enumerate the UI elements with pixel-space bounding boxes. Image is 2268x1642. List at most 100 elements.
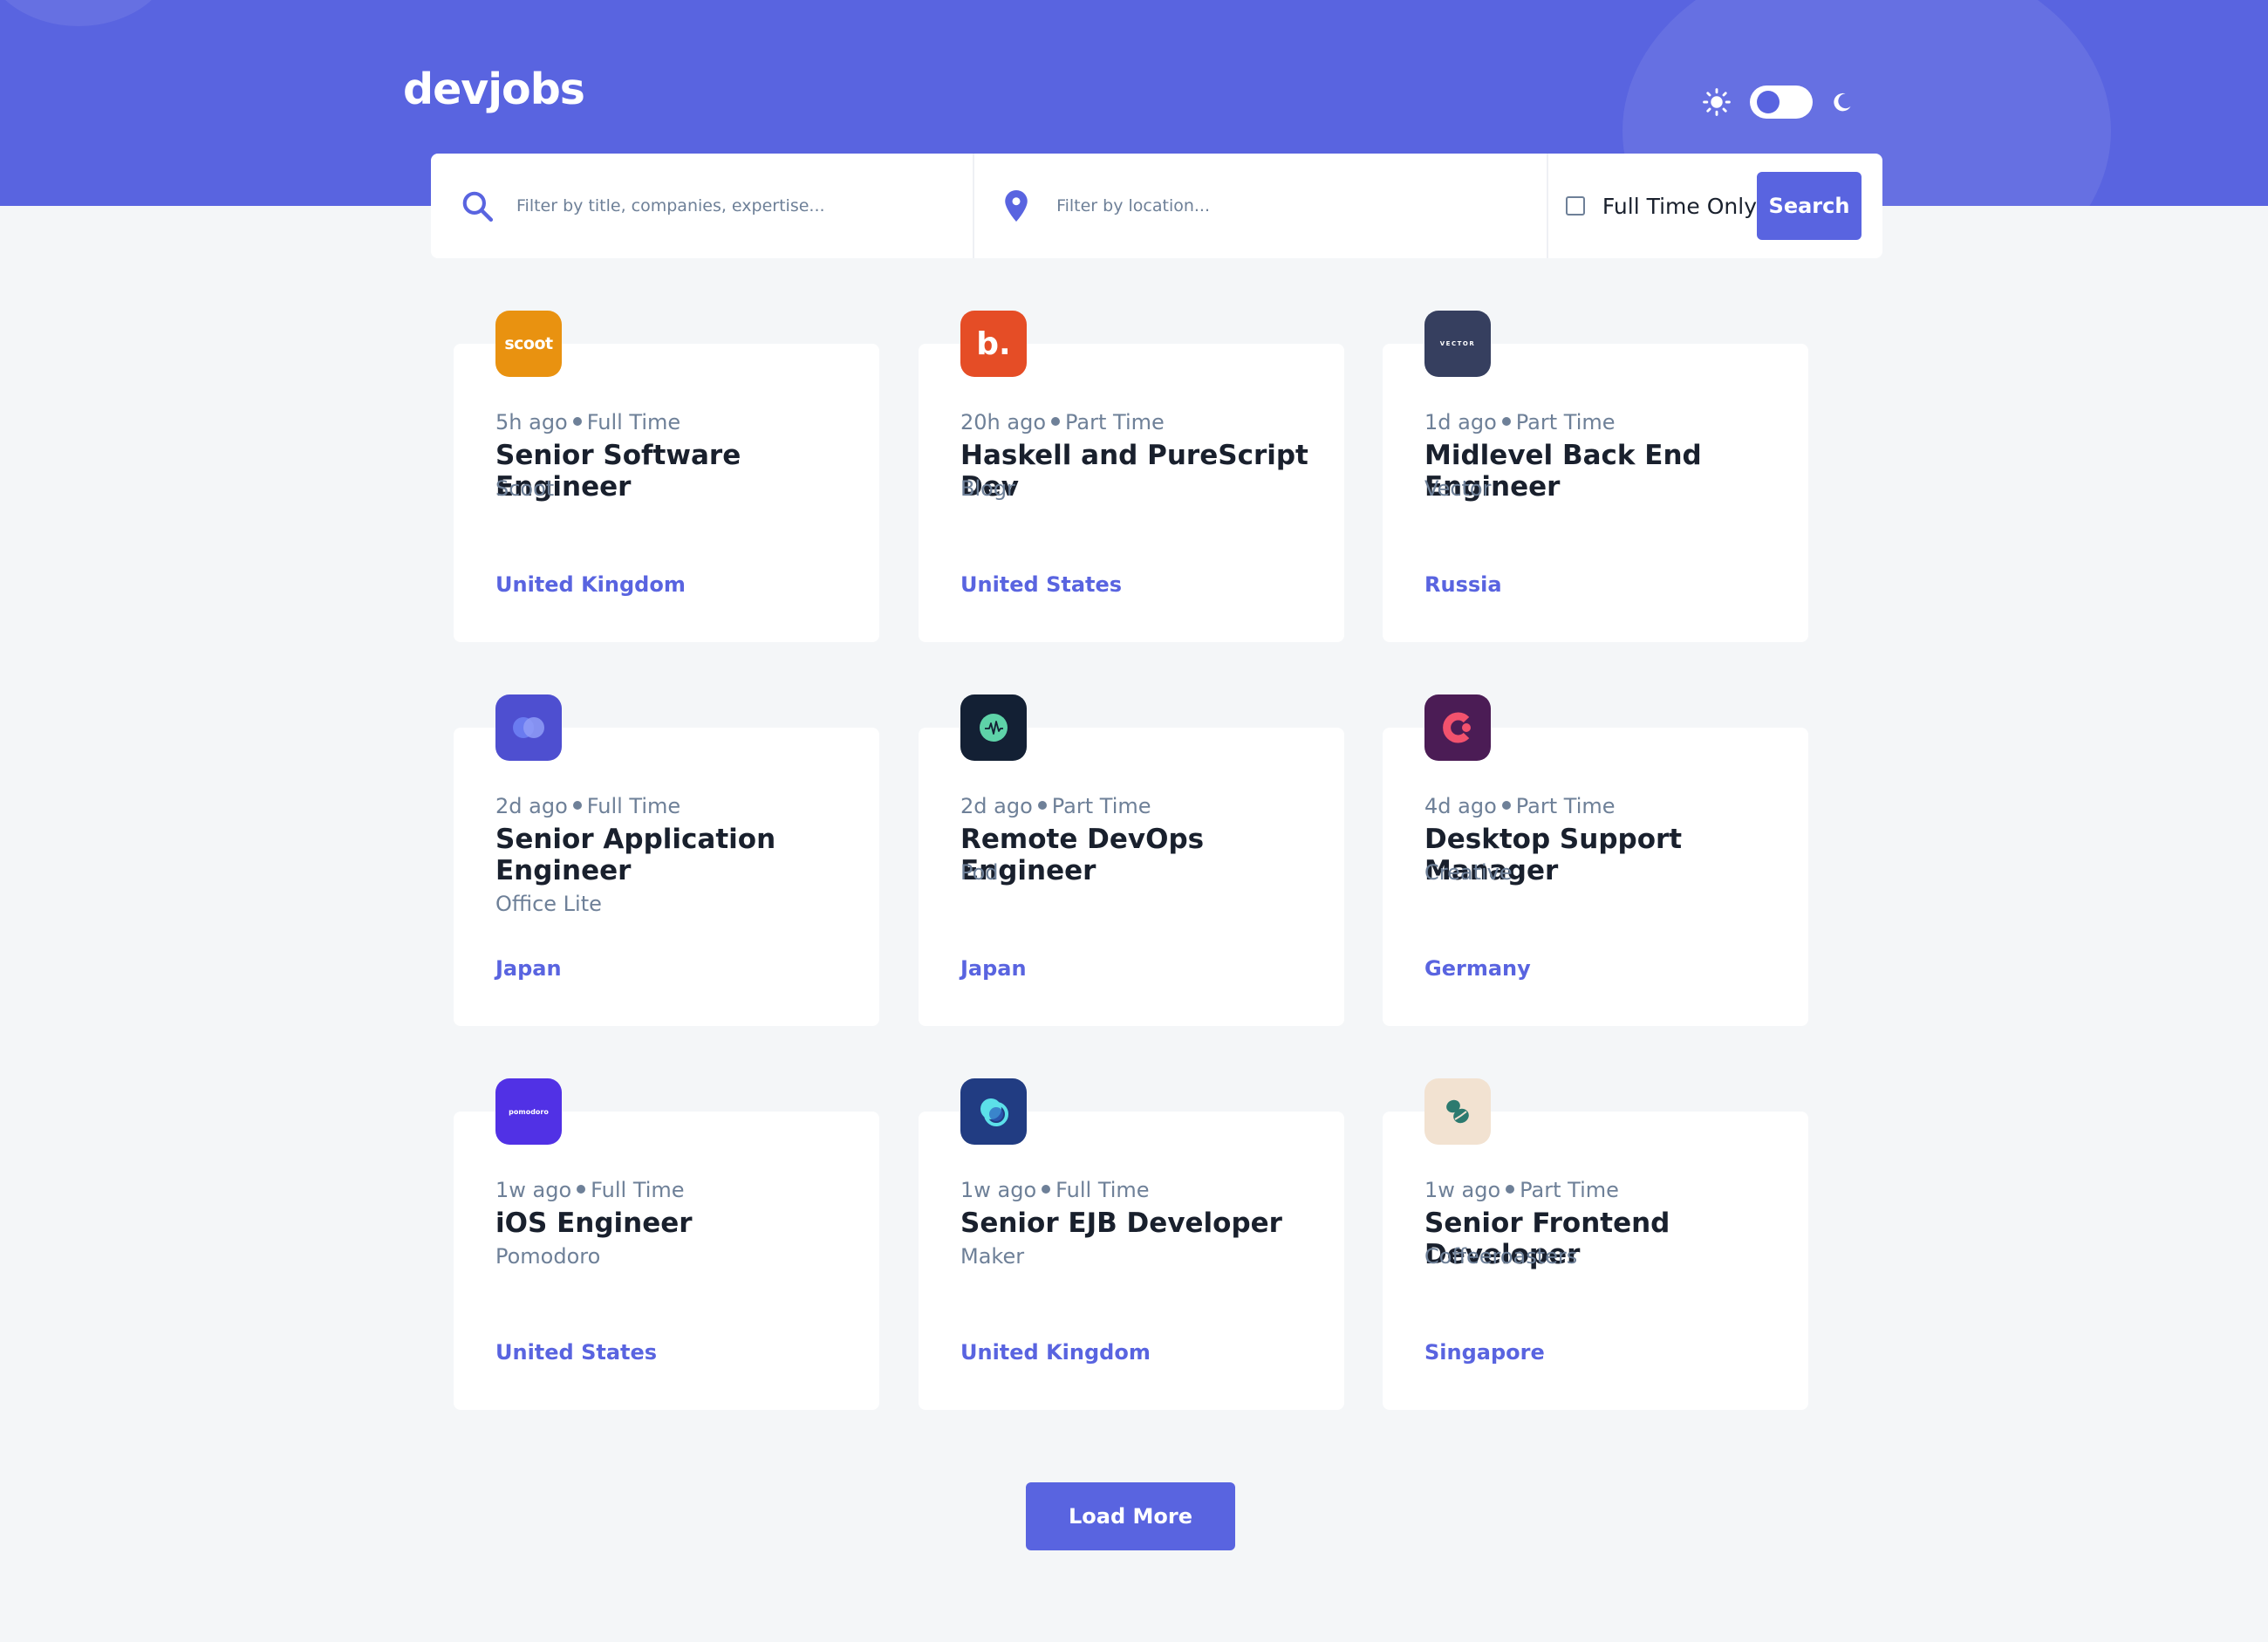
- company-name: Vector: [1424, 476, 1492, 501]
- location-pin-icon: [1005, 190, 1028, 222]
- separator-dot: [577, 1185, 586, 1194]
- posted-time: 4d ago: [1424, 794, 1497, 818]
- sun-icon: [1703, 88, 1731, 116]
- options-section: Full Time Only Search: [1546, 154, 1882, 258]
- company-logo: b.: [960, 311, 1027, 377]
- contract-type: Part Time: [1520, 1178, 1619, 1202]
- company-logo: scoot: [495, 311, 562, 377]
- officelite-logo-icon: [513, 717, 544, 738]
- contract-type: Part Time: [1515, 794, 1616, 818]
- job-card[interactable]: 1w ago Full Time Senior EJB Developer Mak…: [919, 1078, 1344, 1410]
- job-meta: 1w ago Full Time: [960, 1178, 1150, 1202]
- title-filter-section: [431, 154, 973, 258]
- contract-type: Part Time: [1065, 410, 1165, 434]
- job-location: Germany: [1424, 956, 1531, 981]
- contract-type: Full Time: [1055, 1178, 1150, 1202]
- separator-dot: [1042, 1185, 1051, 1194]
- separator-dot: [572, 801, 582, 810]
- job-title[interactable]: Remote DevOps Engineer: [960, 824, 1318, 886]
- contract-type: Full Time: [591, 1178, 685, 1202]
- blogr-logo-text: b.: [976, 325, 1011, 362]
- job-card[interactable]: 1w ago Part Time Senior Frontend Develope…: [1383, 1078, 1808, 1410]
- location-filter-input[interactable]: [1055, 195, 1460, 216]
- posted-time: 2d ago: [960, 794, 1033, 818]
- moon-icon: [1834, 92, 1851, 112]
- pomodoro-logo-text: pomodoro: [509, 1107, 549, 1116]
- separator-dot: [1051, 417, 1061, 426]
- posted-time: 1w ago: [960, 1178, 1037, 1202]
- coffeeroasters-logo-icon: [1446, 1099, 1469, 1124]
- job-location: Japan: [495, 956, 562, 981]
- job-location: United States: [960, 572, 1123, 597]
- company-logo: VECTOR: [1424, 311, 1491, 377]
- company-name: Pod: [960, 860, 999, 885]
- load-more-button[interactable]: Load More: [1026, 1482, 1235, 1550]
- job-card[interactable]: 2d ago Part Time Remote DevOps Engineer P…: [919, 694, 1344, 1026]
- job-location: United States: [495, 1340, 658, 1365]
- company-logo: [1424, 1078, 1491, 1145]
- title-filter-input[interactable]: [515, 195, 919, 216]
- job-card[interactable]: VECTOR 1d ago Part Time Midlevel Back End…: [1383, 311, 1808, 642]
- posted-time: 5h ago: [495, 410, 568, 434]
- location-filter-section: [973, 154, 1547, 258]
- posted-time: 1w ago: [495, 1178, 572, 1202]
- contract-type: Part Time: [1515, 410, 1616, 434]
- theme-toggle[interactable]: [1750, 86, 1813, 119]
- company-name: Blogr: [960, 476, 1015, 501]
- posted-time: 2d ago: [495, 794, 568, 818]
- separator-dot: [1501, 417, 1511, 426]
- job-card[interactable]: 2d ago Full Time Senior Application Engin…: [454, 694, 879, 1026]
- fulltime-label[interactable]: Full Time Only: [1602, 194, 1757, 219]
- fulltime-checkbox[interactable]: [1565, 196, 1585, 216]
- job-meta: 1w ago Full Time: [495, 1178, 685, 1202]
- job-location: Russia: [1424, 572, 1502, 597]
- separator-dot: [1506, 1185, 1515, 1194]
- job-title[interactable]: Senior EJB Developer: [960, 1208, 1318, 1239]
- theme-switcher: [1703, 86, 1853, 119]
- job-card[interactable]: 4d ago Part Time Desktop Support Manager …: [1383, 694, 1808, 1026]
- toggle-knob: [1757, 91, 1780, 113]
- maker-logo-icon: [980, 1098, 1008, 1126]
- job-meta: 2d ago Full Time: [495, 794, 680, 818]
- contract-type: Part Time: [1051, 794, 1151, 818]
- job-location: Singapore: [1424, 1340, 1545, 1365]
- job-meta: 1d ago Part Time: [1424, 410, 1616, 434]
- company-name: Maker: [960, 1244, 1025, 1269]
- company-logo: [960, 1078, 1027, 1145]
- company-logo: [1424, 694, 1491, 761]
- pod-logo-icon: [980, 714, 1008, 742]
- job-meta: 4d ago Part Time: [1424, 794, 1616, 818]
- separator-dot: [572, 417, 582, 426]
- creative-logo-icon: [1443, 712, 1471, 743]
- scoot-logo-text: scoot: [504, 334, 553, 353]
- job-meta: 2d ago Part Time: [960, 794, 1151, 818]
- job-meta: 20h ago Part Time: [960, 410, 1165, 434]
- posted-time: 20h ago: [960, 410, 1047, 434]
- separator-dot: [1501, 801, 1511, 810]
- job-location: United Kingdom: [960, 1340, 1151, 1365]
- separator-dot: [1037, 801, 1047, 810]
- job-card[interactable]: scoot 5h ago Full Time Senior Software En…: [454, 311, 879, 642]
- job-location: Japan: [960, 956, 1027, 981]
- company-name: Pomodoro: [495, 1244, 601, 1269]
- job-title[interactable]: Senior Application Engineer: [495, 824, 783, 886]
- job-meta: 1w ago Part Time: [1424, 1178, 1619, 1202]
- contract-type: Full Time: [586, 794, 681, 818]
- search-button[interactable]: Search: [1757, 172, 1862, 240]
- job-location: United Kingdom: [495, 572, 686, 597]
- vector-logo-text: VECTOR: [1439, 340, 1476, 347]
- search-icon: [462, 191, 494, 222]
- devjobs-logo[interactable]: devjobs: [403, 65, 585, 114]
- search-filter-bar: Full Time Only Search: [431, 154, 1882, 258]
- job-card[interactable]: pomodoro 1w ago Full Time iOS Engineer Po…: [454, 1078, 879, 1410]
- posted-time: 1d ago: [1424, 410, 1497, 434]
- decorative-circle: [0, 0, 174, 26]
- company-name: Office Lite: [495, 892, 602, 916]
- company-name: Creative: [1424, 860, 1513, 885]
- job-title[interactable]: iOS Engineer: [495, 1208, 853, 1239]
- job-card[interactable]: b. 20h ago Part Time Haskell and PureScri…: [919, 311, 1344, 642]
- company-logo: pomodoro: [495, 1078, 562, 1145]
- company-logo: [495, 694, 562, 761]
- company-name: Scoot: [495, 476, 555, 501]
- posted-time: 1w ago: [1424, 1178, 1501, 1202]
